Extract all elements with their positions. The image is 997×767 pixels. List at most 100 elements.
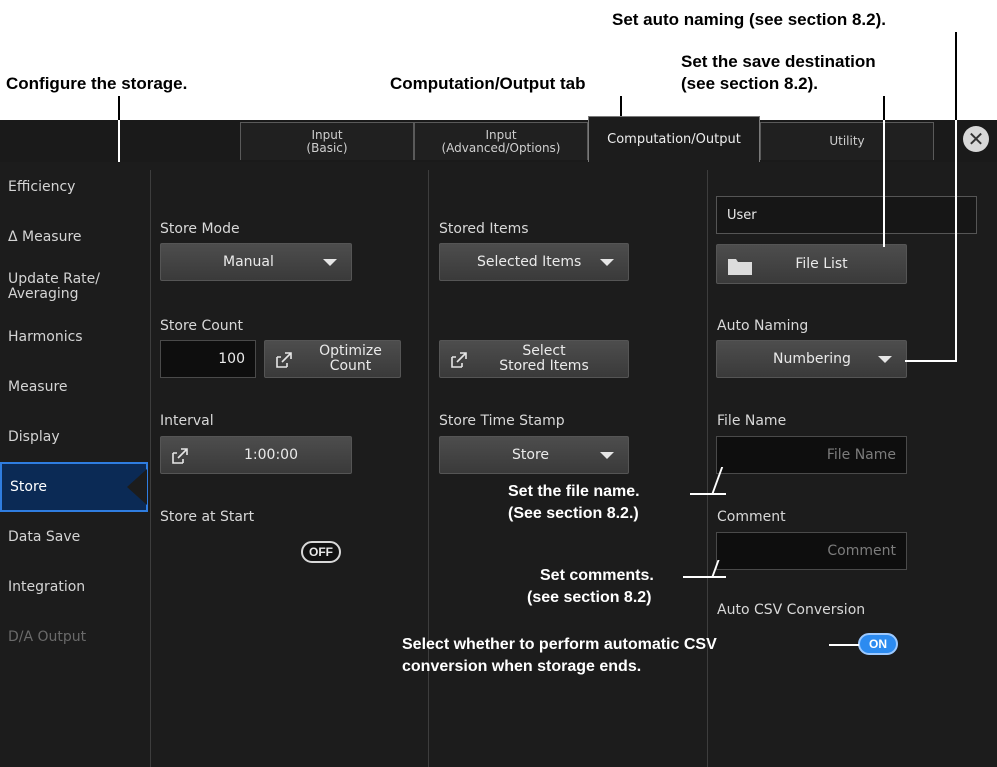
sidebar-item-efficiency[interactable]: Efficiency: [0, 162, 150, 212]
callout-file-name-2: (See section 8.2.): [508, 505, 639, 522]
folder-icon: [728, 259, 752, 275]
select-label-1: Select: [522, 343, 566, 359]
auto-csv-label: Auto CSV Conversion: [717, 602, 866, 618]
settings-screen: Input (Basic) Input (Advanced/Options) C…: [0, 116, 997, 767]
sidebar-item-label: Δ Measure: [8, 228, 82, 245]
sidebar-item-update-rate[interactable]: Update Rate/ Averaging: [0, 262, 150, 312]
leader-line: [829, 644, 859, 646]
leader-line: [118, 96, 120, 122]
save-path-field[interactable]: User: [716, 196, 977, 234]
leader-line: [883, 120, 885, 247]
leader-line: [690, 493, 726, 495]
comment-label: Comment: [717, 509, 786, 525]
store-count-value: 100: [218, 351, 245, 367]
store-time-stamp-dropdown[interactable]: Store: [439, 436, 629, 474]
chevron-down-icon: [600, 259, 614, 266]
callout-auto-naming: Set auto naming (see section 8.2).: [612, 10, 886, 29]
store-mode-label: Store Mode: [160, 221, 240, 237]
interval-label: Interval: [160, 413, 214, 429]
tab-label: Computation/Output: [607, 132, 741, 147]
file-name-label: File Name: [717, 413, 787, 429]
callout-csv-2: conversion when storage ends.: [402, 658, 642, 675]
file-list-label: File List: [795, 256, 848, 272]
tab-label: Input: [311, 127, 343, 142]
leader-line: [905, 360, 957, 362]
sidebar: Efficiency Δ Measure Update Rate/ Averag…: [0, 162, 150, 767]
store-count-field[interactable]: 100: [160, 340, 256, 378]
chevron-down-icon: [878, 356, 892, 363]
sidebar-item-label: Display: [8, 428, 60, 445]
file-list-button[interactable]: File List: [716, 244, 907, 284]
tab-computation-output[interactable]: Computation/Output: [588, 116, 760, 162]
sidebar-item-delta-measure[interactable]: Δ Measure: [0, 212, 150, 262]
select-label-2: Stored Items: [499, 358, 589, 374]
save-path-value: User: [727, 207, 757, 223]
tab-input-basic[interactable]: Input (Basic): [240, 122, 414, 160]
sidebar-item-label: Update Rate/ Averaging: [8, 271, 100, 302]
store-mode-dropdown[interactable]: Manual: [160, 243, 352, 281]
stored-items-dropdown[interactable]: Selected Items: [439, 243, 629, 281]
sidebar-item-harmonics[interactable]: Harmonics: [0, 312, 150, 362]
auto-naming-label: Auto Naming: [717, 318, 809, 334]
auto-csv-toggle[interactable]: ON: [858, 633, 898, 655]
optimize-label-2: Count: [329, 358, 372, 374]
callout-save-destination-2: (see section 8.2).: [681, 74, 819, 93]
tab-label: (Advanced/Options): [441, 140, 561, 155]
sidebar-item-store[interactable]: Store: [0, 462, 148, 512]
stored-items-value: Selected Items: [477, 254, 582, 270]
sidebar-item-label: D/A Output: [8, 628, 87, 645]
chevron-down-icon: [600, 452, 614, 459]
tab-label: Utility: [829, 134, 865, 148]
leader-line: [955, 32, 957, 122]
sidebar-item-label: Store: [10, 478, 48, 495]
divider: [428, 170, 429, 767]
sidebar-item-label: Measure: [8, 378, 68, 395]
comment-input[interactable]: Comment: [716, 532, 907, 570]
store-at-start-label: Store at Start: [160, 509, 255, 525]
store-mode-value: Manual: [223, 254, 274, 270]
tab-label: Input: [485, 127, 517, 142]
tab-bar: Input (Basic) Input (Advanced/Options) C…: [0, 116, 997, 162]
callout-comments-2: (see section 8.2): [527, 589, 652, 606]
sidebar-item-label: Harmonics: [8, 328, 83, 345]
tab-utility[interactable]: Utility: [760, 122, 934, 160]
store-time-stamp-value: Store: [512, 447, 550, 463]
chevron-down-icon: [323, 259, 337, 266]
callout-csv-1: Select whether to perform automatic CSV: [402, 636, 717, 653]
sidebar-item-label: Data Save: [8, 528, 81, 545]
sidebar-item-data-save[interactable]: Data Save: [0, 512, 150, 562]
divider: [707, 170, 708, 767]
sidebar-item-measure[interactable]: Measure: [0, 362, 150, 412]
store-count-label: Store Count: [160, 318, 244, 334]
file-name-placeholder: File Name: [826, 447, 896, 463]
tab-label: (Basic): [306, 140, 348, 155]
sidebar-item-label: Integration: [8, 578, 86, 595]
optimize-count-button[interactable]: Optimize Count: [264, 340, 401, 378]
comment-placeholder: Comment: [827, 543, 896, 559]
sidebar-item-da-output: D/A Output: [0, 612, 150, 662]
external-link-icon: [276, 352, 292, 368]
store-at-start-toggle[interactable]: OFF: [301, 541, 341, 563]
select-stored-items-button[interactable]: Select Stored Items: [439, 340, 629, 378]
leader-line: [955, 120, 957, 362]
callout-file-name-1: Set the file name.: [508, 483, 640, 500]
stored-items-label: Stored Items: [439, 221, 529, 237]
auto-naming-value: Numbering: [773, 351, 851, 367]
leader-line: [883, 96, 885, 122]
external-link-icon: [451, 352, 467, 368]
optimize-label-1: Optimize: [319, 343, 382, 359]
close-icon[interactable]: ✕: [963, 126, 989, 152]
callout-computation-tab: Computation/Output tab: [390, 74, 586, 93]
callout-configure-storage: Configure the storage.: [6, 74, 188, 93]
divider: [150, 170, 151, 767]
auto-naming-dropdown[interactable]: Numbering: [716, 340, 907, 378]
leader-line: [683, 576, 726, 578]
sidebar-item-display[interactable]: Display: [0, 412, 150, 462]
interval-value: 1:00:00: [244, 447, 298, 463]
sidebar-item-integration[interactable]: Integration: [0, 562, 150, 612]
tab-input-advanced[interactable]: Input (Advanced/Options): [414, 122, 588, 160]
interval-button[interactable]: 1:00:00: [160, 436, 352, 474]
file-name-input[interactable]: File Name: [716, 436, 907, 474]
callout-comments-1: Set comments.: [540, 567, 654, 584]
sidebar-item-label: Efficiency: [8, 178, 76, 195]
